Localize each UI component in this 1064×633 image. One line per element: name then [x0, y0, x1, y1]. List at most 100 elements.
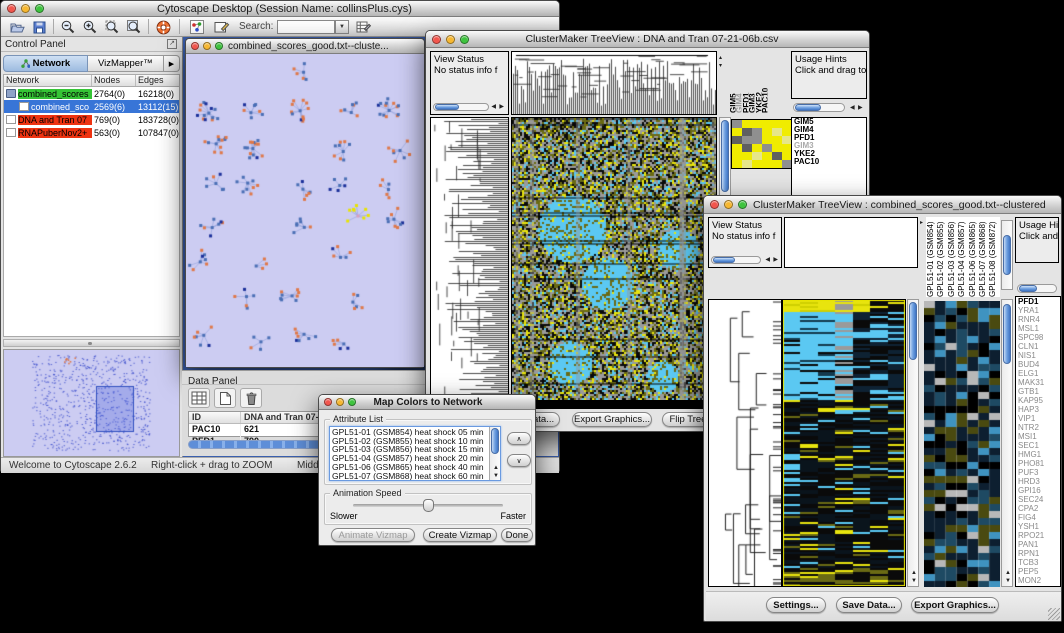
gene-label[interactable]: PEP5: [1016, 567, 1060, 576]
gene-label[interactable]: YSH1: [1016, 522, 1060, 531]
matrix-cell[interactable]: [772, 144, 782, 152]
move-up-button[interactable]: ∧: [507, 432, 531, 445]
gene-label[interactable]: MON2: [1016, 576, 1060, 585]
done-button[interactable]: Done: [501, 528, 533, 542]
zoom-out-icon[interactable]: [58, 18, 78, 36]
birds-eye-view-canvas[interactable]: [4, 350, 179, 456]
network-row[interactable]: combined_sco2569(6)13112(15): [4, 100, 179, 113]
vizmap-icon[interactable]: [187, 18, 207, 36]
matrix-cell[interactable]: [762, 152, 772, 160]
move-down-button[interactable]: ∨: [507, 454, 531, 467]
zoom-window-button[interactable]: [348, 398, 356, 406]
export-graphics-button[interactable]: Export Graphics...: [572, 412, 652, 427]
gene-label[interactable]: MSL1: [1016, 324, 1060, 333]
network-row[interactable]: DNA and Tran 07769(0)183728(0): [4, 113, 179, 126]
matrix-cell[interactable]: [752, 144, 762, 152]
matrix-cell[interactable]: [762, 160, 772, 168]
treeview2-titlebar[interactable]: ClusterMaker TreeView : combined_scores_…: [704, 196, 1061, 214]
gene-label[interactable]: HAP3: [1016, 405, 1060, 414]
gene-label[interactable]: PHO81: [1016, 459, 1060, 468]
row-dendrogram[interactable]: [708, 299, 782, 587]
zoom-heatmap-canvas[interactable]: [924, 301, 1000, 587]
open-file-icon[interactable]: [7, 18, 27, 36]
column-header[interactable]: ID: [189, 412, 241, 423]
row-dendrogram[interactable]: [430, 117, 509, 401]
tab-overflow-button[interactable]: ▶: [164, 55, 180, 72]
matrix-cell[interactable]: [742, 144, 752, 152]
gene-label[interactable]: PFD1: [1016, 297, 1060, 306]
minimize-button[interactable]: [724, 200, 733, 209]
matrix-cell[interactable]: [732, 160, 742, 168]
list-item[interactable]: GPL51-02 (GSM855) heat shock 10 min: [332, 437, 498, 446]
gene-label[interactable]: GPI16: [1016, 486, 1060, 495]
gene-label[interactable]: SEC24: [1016, 495, 1060, 504]
matrix-cell[interactable]: [732, 120, 742, 128]
matrix-cell[interactable]: [752, 136, 762, 144]
gene-label[interactable]: VIP1: [1016, 414, 1060, 423]
zoom-in-icon[interactable]: [80, 18, 100, 36]
close-button[interactable]: [710, 200, 719, 209]
attribute-list-vscrollbar[interactable]: ▲▼: [489, 427, 500, 480]
heatmap-vscrollbar[interactable]: ▲▼: [907, 299, 919, 587]
search-dropdown-button[interactable]: ▼: [335, 20, 349, 34]
matrix-cell[interactable]: [742, 152, 752, 160]
zoom-window-button[interactable]: [738, 200, 747, 209]
usage-hints-hscrollbar[interactable]: [1017, 284, 1057, 293]
new-attribute-icon[interactable]: [214, 388, 236, 408]
matrix-cell[interactable]: [752, 128, 762, 136]
treeview1-titlebar[interactable]: ClusterMaker TreeView : DNA and Tran 07-…: [426, 31, 869, 48]
matrix-cell[interactable]: [742, 128, 752, 136]
network-row[interactable]: combined_scores2764(0)16218(0): [4, 87, 179, 100]
gene-label[interactable]: SEC1: [1016, 441, 1060, 450]
matrix-cell[interactable]: [742, 120, 752, 128]
gene-label[interactable]: YRA1: [1016, 306, 1060, 315]
gene-label[interactable]: NTR2: [1016, 423, 1060, 432]
settings-button[interactable]: Settings...: [766, 597, 826, 613]
zoom-window-button[interactable]: [460, 35, 469, 44]
matrix-cell[interactable]: [752, 160, 762, 168]
gene-label[interactable]: RPN1: [1016, 549, 1060, 558]
view-status-hscrollbar[interactable]: [433, 103, 489, 111]
gene-label[interactable]: RNR4: [1016, 315, 1060, 324]
matrix-cell[interactable]: [762, 144, 772, 152]
matrix-cell[interactable]: [752, 120, 762, 128]
matrix-cell[interactable]: [772, 120, 782, 128]
gene-label[interactable]: GTB1: [1016, 387, 1060, 396]
zoom-vscrollbar[interactable]: ▲▼: [1001, 299, 1013, 587]
matrix-cell[interactable]: [732, 144, 742, 152]
minimize-button[interactable]: [336, 398, 344, 406]
zoom-fit-icon[interactable]: [102, 18, 122, 36]
minimize-button[interactable]: [203, 42, 211, 50]
help-lifebuoy-icon[interactable]: [153, 18, 173, 36]
resize-grip[interactable]: [1048, 608, 1060, 620]
close-button[interactable]: [191, 42, 199, 50]
panel-divider[interactable]: [3, 339, 180, 347]
minimize-button[interactable]: [21, 4, 30, 13]
gene-label[interactable]: HMG1: [1016, 450, 1060, 459]
matrix-cell[interactable]: [732, 136, 742, 144]
gene-label[interactable]: MSI1: [1016, 432, 1060, 441]
network-row[interactable]: RNAPuberNov2+563(0)107847(0): [4, 126, 179, 139]
list-item[interactable]: GPL51-03 (GSM856) heat shock 15 min: [332, 445, 498, 454]
heatmap-canvas[interactable]: [782, 299, 906, 587]
column-dendrogram[interactable]: [511, 51, 717, 115]
tab-network[interactable]: Network: [3, 55, 88, 72]
gene-label[interactable]: SPC98: [1016, 333, 1060, 342]
main-titlebar[interactable]: Cytoscape Desktop (Session Name: collins…: [1, 1, 559, 17]
network-view-canvas[interactable]: [186, 54, 424, 367]
gene-label[interactable]: CPA2: [1016, 504, 1060, 513]
gene-label[interactable]: FIG4: [1016, 513, 1060, 522]
matrix-cell[interactable]: [732, 128, 742, 136]
close-button[interactable]: [7, 4, 16, 13]
gene-label[interactable]: ELG1: [1016, 369, 1060, 378]
speed-slider[interactable]: [353, 504, 503, 507]
save-icon[interactable]: [29, 18, 49, 36]
slider-thumb[interactable]: [423, 499, 434, 512]
table-edit-icon[interactable]: [353, 18, 373, 36]
tab-vizmapper[interactable]: VizMapper™: [88, 55, 164, 72]
animate-vizmap-button[interactable]: Animate Vizmap: [331, 528, 415, 542]
heatmap-canvas[interactable]: [511, 117, 717, 401]
attribute-list[interactable]: GPL51-01 (GSM854) heat shock 05 minGPL51…: [329, 426, 501, 481]
zoom-matrix[interactable]: [731, 119, 793, 169]
matrix-cell[interactable]: [762, 128, 772, 136]
